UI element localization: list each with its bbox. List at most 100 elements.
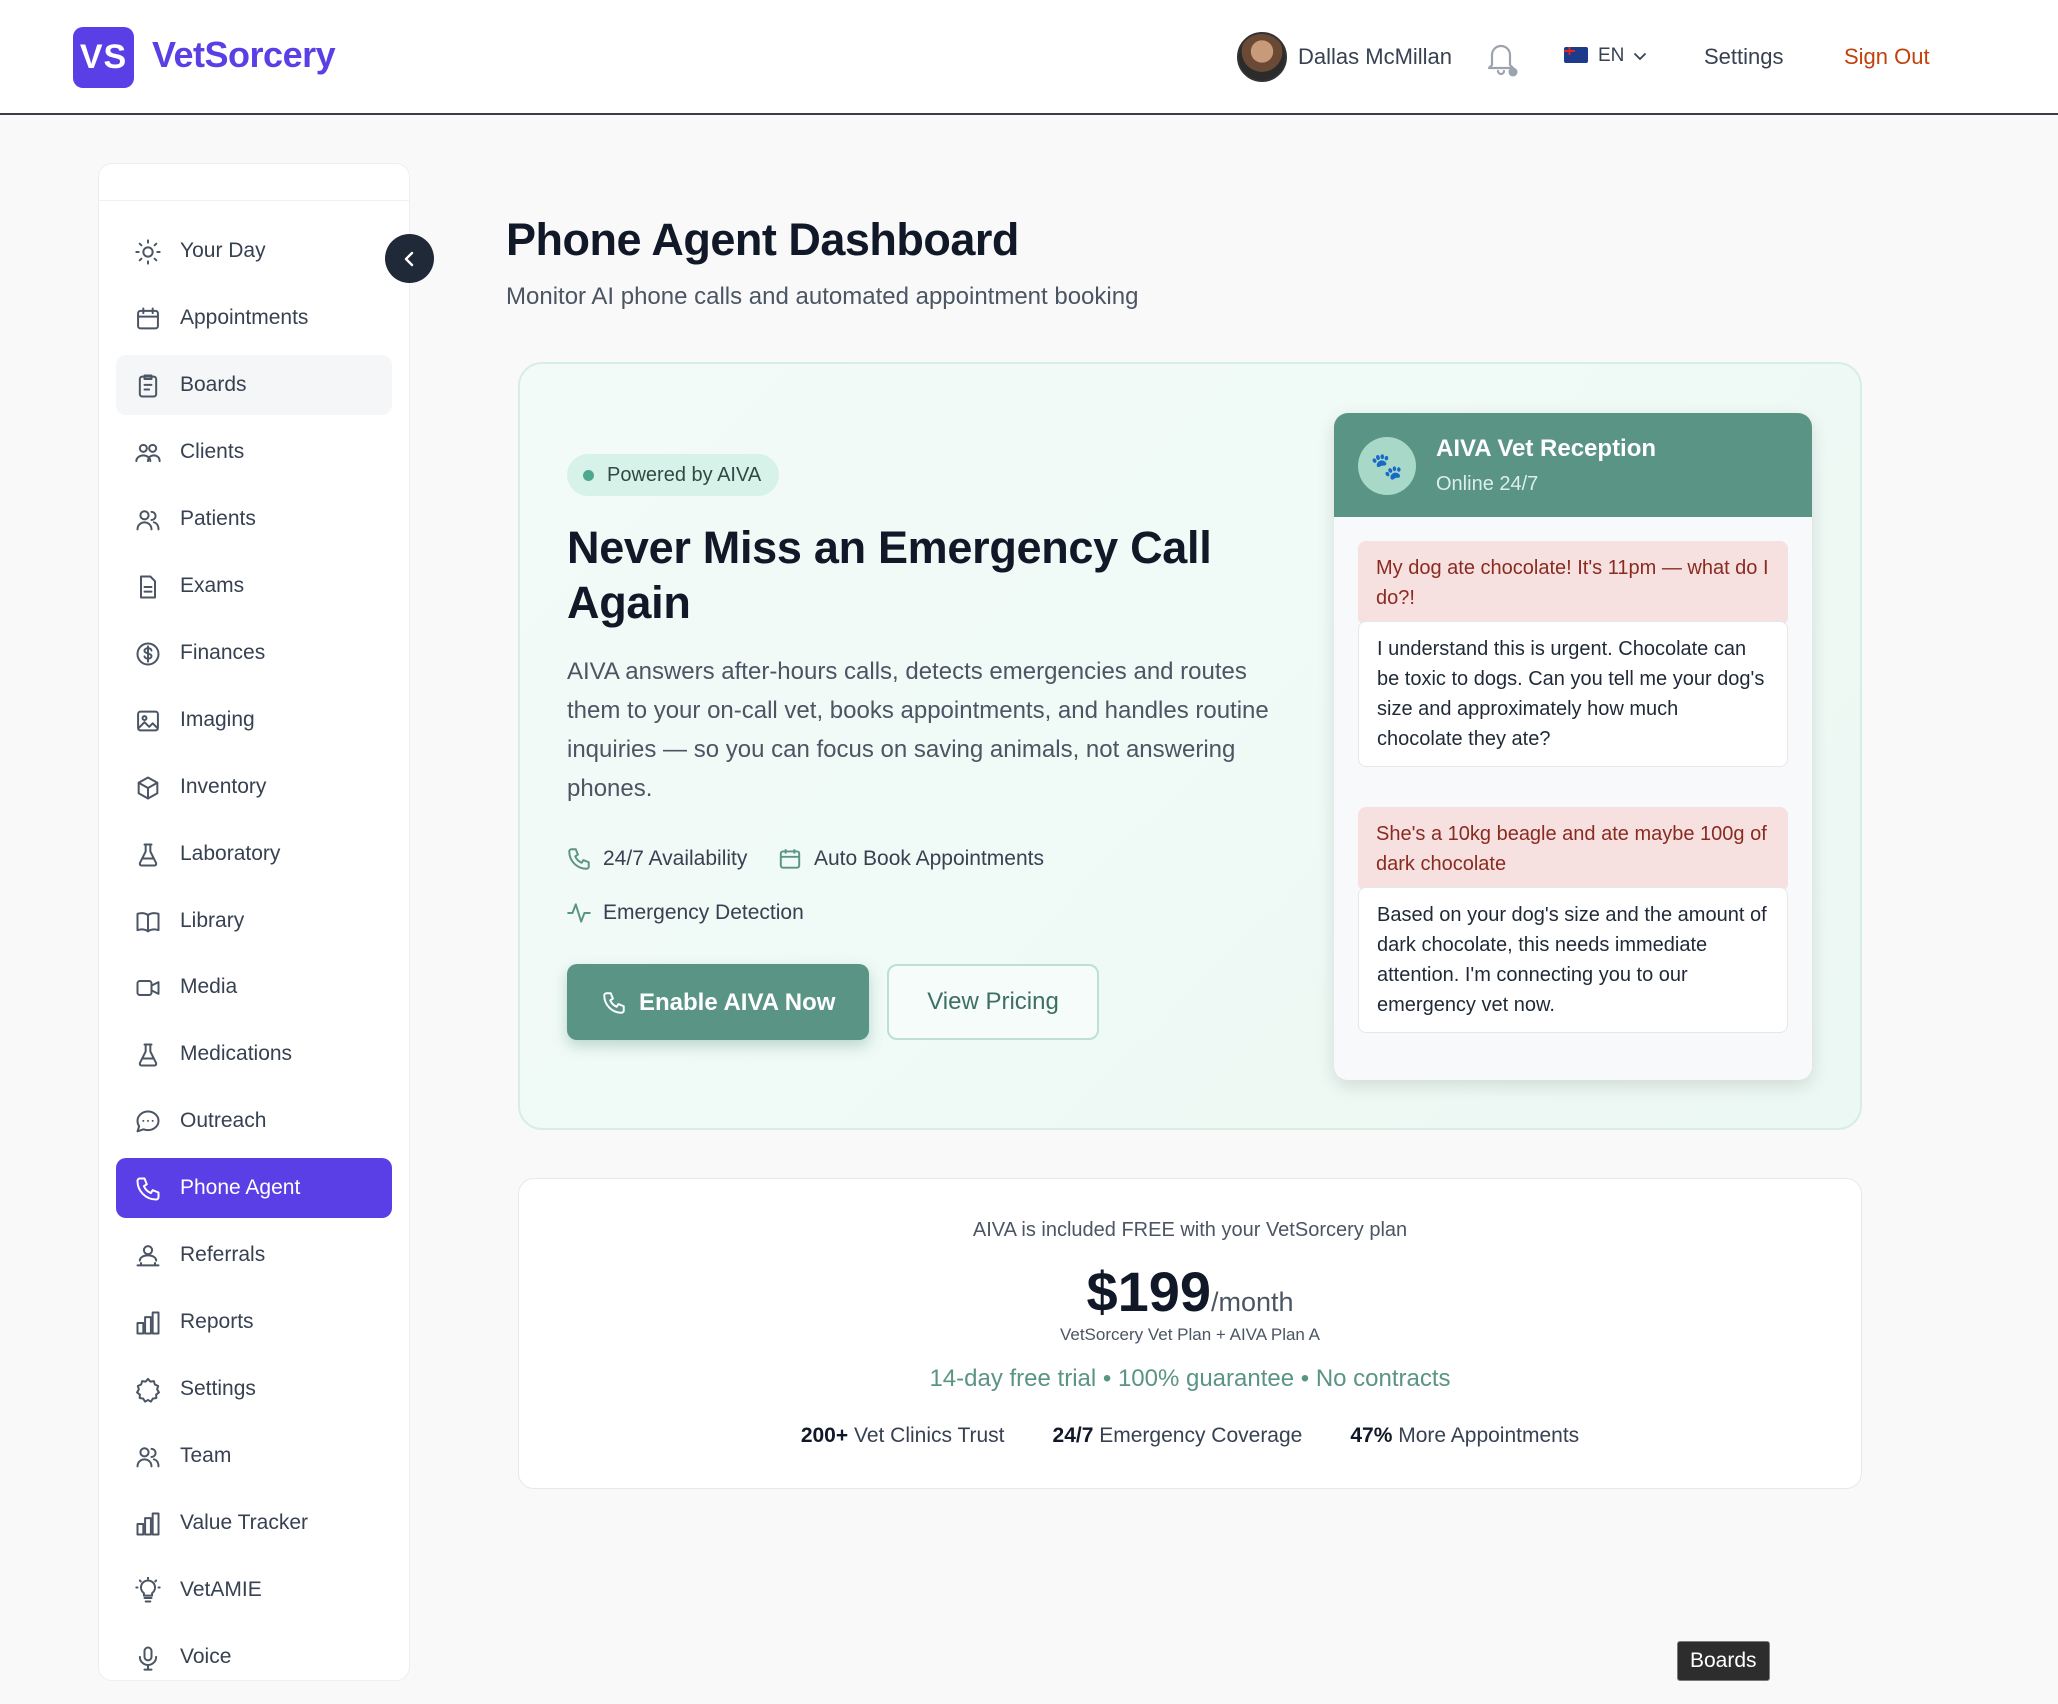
sidebar-item-settings[interactable]: Settings — [116, 1359, 392, 1419]
chat-header: 🐾 AIVA Vet Reception Online 24/7 — [1334, 413, 1812, 517]
page-title: Phone Agent Dashboard — [506, 214, 1019, 265]
sidebar-item-inventory[interactable]: Inventory — [116, 757, 392, 817]
sidebar-item-voice[interactable]: Voice — [116, 1627, 392, 1687]
chat-bubble-icon — [134, 1108, 162, 1136]
video-icon — [134, 974, 162, 1002]
paw-icon: 🐾 — [1358, 437, 1416, 495]
user-name[interactable]: Dallas McMillan — [1298, 44, 1452, 70]
chat-title: AIVA Vet Reception — [1436, 435, 1657, 462]
sidebar-item-laboratory[interactable]: Laboratory — [116, 824, 392, 884]
chevron-down-icon[interactable] — [1632, 48, 1648, 64]
avatar[interactable] — [1237, 32, 1287, 82]
sidebar-item-vetamie[interactable]: VetAMIE — [116, 1560, 392, 1620]
sidebar-item-label: Phone Agent — [180, 1176, 301, 1199]
feature-availability: 24/7 Availability — [603, 847, 748, 870]
flag-icon[interactable] — [1564, 47, 1588, 63]
page-subtitle: Monitor AI phone calls and automated app… — [506, 283, 1139, 310]
sidebar-item-finances[interactable]: Finances — [116, 623, 392, 683]
badge-label: Powered by AIVA — [607, 463, 762, 486]
chat-status: Online 24/7 — [1436, 473, 1539, 495]
sidebar-item-label: Voice — [180, 1645, 232, 1668]
collapse-sidebar-button[interactable] — [385, 234, 434, 283]
sidebar-item-medications[interactable]: Medications — [116, 1024, 392, 1084]
referral-icon — [134, 1242, 162, 1270]
stats-row: 200+ Vet Clinics Trust 24/7 Emergency Co… — [519, 1424, 1861, 1448]
sidebar-item-team[interactable]: Team — [116, 1426, 392, 1486]
logo[interactable]: VS — [73, 27, 134, 88]
sidebar-item-exams[interactable]: Exams — [116, 556, 392, 616]
sidebar-item-imaging[interactable]: Imaging — [116, 690, 392, 750]
sidebar-item-label: Exams — [180, 574, 245, 597]
sidebar-item-patients[interactable]: Patients — [116, 489, 392, 549]
sidebar-item-label: Boards — [180, 373, 247, 396]
brand-name[interactable]: VetSorcery — [152, 34, 336, 76]
top-header: VS VetSorcery Dallas McMillan EN Setting… — [0, 0, 2058, 115]
pricing-included: AIVA is included FREE with your VetSorce… — [972, 1219, 1408, 1241]
sidebar-item-library[interactable]: Library — [116, 891, 392, 951]
sidebar-item-label: Outreach — [180, 1109, 267, 1132]
sidebar-item-referrals[interactable]: Referrals — [116, 1225, 392, 1285]
chat-body: My dog ate chocolate! It's 11pm — what d… — [1334, 517, 1812, 1080]
sidebar-item-your-day[interactable]: Your Day — [116, 221, 392, 281]
document-icon — [134, 573, 162, 601]
calendar-icon — [777, 846, 803, 872]
box-icon — [134, 774, 162, 802]
chat-message-user: She's a 10kg beagle and ate maybe 100g o… — [1358, 807, 1788, 891]
sidebar-item-label: Clients — [180, 440, 245, 463]
hero-description: AIVA answers after-hours calls, detects … — [567, 658, 1269, 802]
sidebar-item-media[interactable]: Media — [116, 957, 392, 1017]
chat-preview: 🐾 AIVA Vet Reception Online 24/7 My dog … — [1334, 413, 1812, 1080]
bell-icon[interactable] — [1484, 40, 1518, 78]
sidebar-item-label: Patients — [180, 507, 256, 530]
lightbulb-icon — [134, 1577, 162, 1605]
chat-message-bot: Based on your dog's size and the amount … — [1358, 887, 1788, 1033]
sidebar-item-phone-agent[interactable]: Phone Agent — [116, 1158, 392, 1218]
price: $199 — [1086, 1260, 1212, 1323]
sidebar-item-label: Value Tracker — [180, 1511, 308, 1534]
sidebar-item-value-tracker[interactable]: Value Tracker — [116, 1493, 392, 1553]
enable-aiva-button[interactable]: Enable AIVA Now — [567, 964, 869, 1040]
pricing-card: AIVA is included FREE with your VetSorce… — [518, 1178, 1862, 1489]
phone-icon — [134, 1175, 162, 1203]
settings-link[interactable]: Settings — [1704, 44, 1784, 70]
price-period: /month — [1211, 1287, 1294, 1317]
sidebar-item-reports[interactable]: Reports — [116, 1292, 392, 1352]
phone-icon — [566, 846, 592, 872]
sidebar-item-label: Referrals — [180, 1243, 266, 1266]
calendar-icon — [134, 305, 162, 333]
powered-by-badge: Powered by AIVA — [567, 454, 780, 496]
sidebar-item-label: Laboratory — [180, 842, 281, 865]
sidebar-item-label: Library — [180, 909, 245, 932]
view-pricing-button[interactable]: View Pricing — [887, 964, 1099, 1040]
dollar-circle-icon — [134, 640, 162, 668]
book-icon — [134, 908, 162, 936]
chat-message-bot: I understand this is urgent. Chocolate c… — [1358, 621, 1788, 767]
enable-aiva-label: Enable AIVA Now — [639, 989, 836, 1016]
sidebar-item-clients[interactable]: Clients — [116, 422, 392, 482]
sidebar-item-appointments[interactable]: Appointments — [116, 288, 392, 348]
flask-icon — [134, 1041, 162, 1069]
bar-chart-icon — [134, 1510, 162, 1538]
hero-title: Never Miss an Emergency Call Again — [567, 522, 1212, 628]
price-row: $199/month — [519, 1259, 1861, 1324]
sidebar-item-label: Appointments — [180, 306, 309, 329]
user-group-icon — [134, 1443, 162, 1471]
sidebar-item-label: VetAMIE — [180, 1578, 262, 1601]
users-icon — [134, 439, 162, 467]
phone-icon — [601, 990, 627, 1016]
language-selector[interactable]: EN — [1598, 45, 1624, 67]
sidebar-item-outreach[interactable]: Outreach — [116, 1091, 392, 1151]
tooltip: Boards — [1677, 1641, 1770, 1681]
sidebar-item-label: Your Day — [180, 239, 266, 262]
plan-name: VetSorcery Vet Plan + AIVA Plan A — [1059, 1325, 1321, 1344]
stat-appointments: 47% More Appointments — [1350, 1424, 1580, 1447]
sign-out-link[interactable]: Sign Out — [1844, 44, 1930, 70]
sidebar-item-label: Inventory — [180, 775, 267, 798]
status-dot — [583, 470, 594, 481]
trial-info: 14-day free trial • 100% guarantee • No … — [929, 1365, 1451, 1392]
flask-icon — [134, 841, 162, 869]
user-group-icon — [134, 506, 162, 534]
stat-clinics: 200+ Vet Clinics Trust — [800, 1424, 1005, 1447]
sidebar-item-label: Finances — [180, 641, 266, 664]
sidebar-item-boards[interactable]: Boards — [116, 355, 392, 415]
